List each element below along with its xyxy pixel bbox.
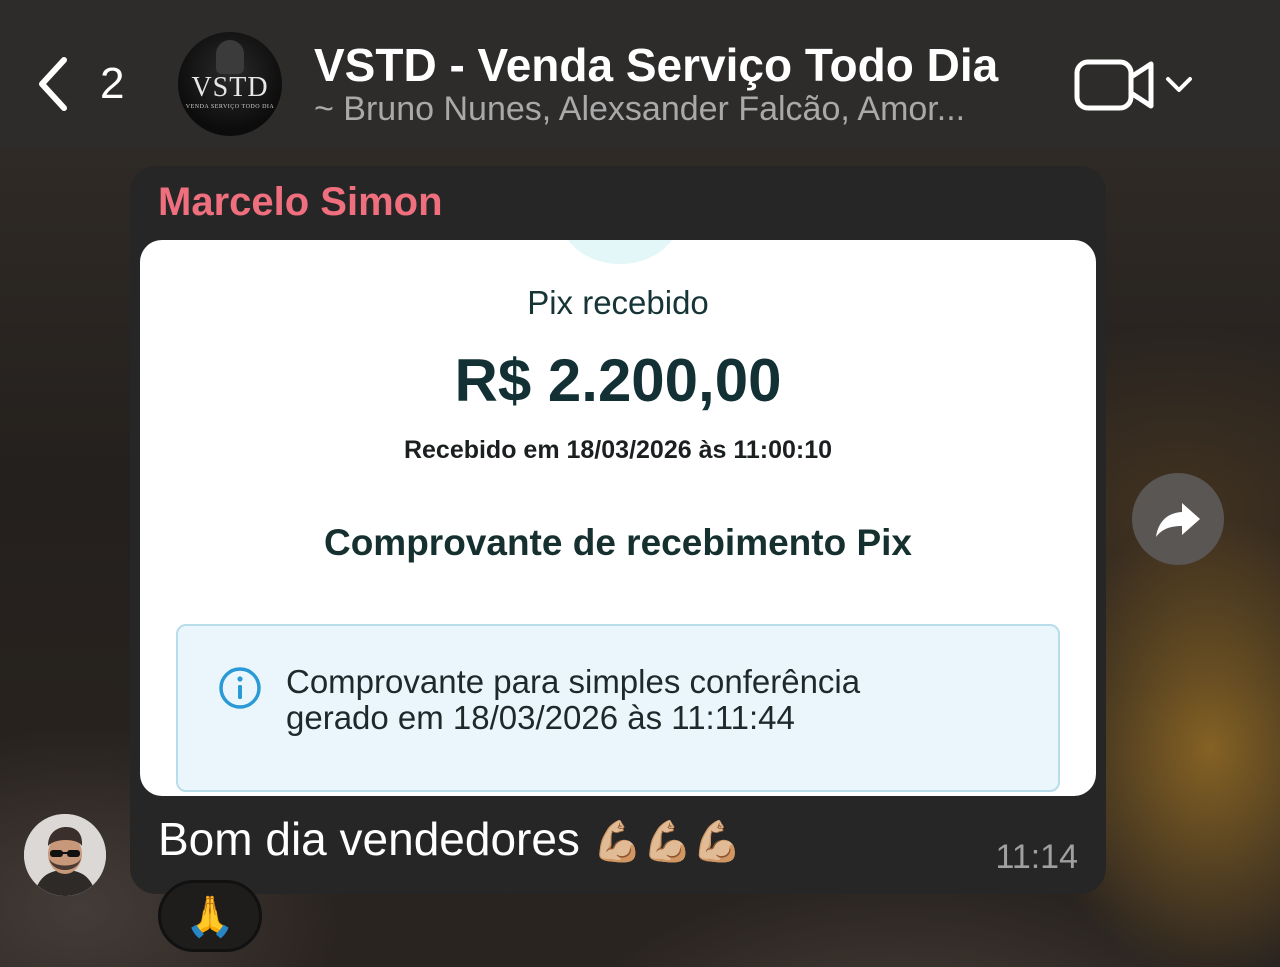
chevron-left-icon [39,57,67,111]
group-title[interactable]: VSTD - Venda Serviço Todo Dia [314,38,998,92]
sender-name[interactable]: Marcelo Simon [158,180,443,225]
video-camera-icon [1074,59,1154,111]
info-box: Comprovante para simples conferência ger… [176,624,1060,792]
info-icon [219,667,261,709]
info-line-2: gerado em 18/03/2026 às 11:11:44 [286,699,795,736]
flexed-biceps-emojis: 💪🏼💪🏼💪🏼 [592,819,743,865]
unread-count: 2 [100,59,125,108]
group-members[interactable]: ~ Bruno Nunes, Alexsander Falcão, Amor..… [314,90,1014,129]
message-text: Bom dia vendedores 💪🏼💪🏼💪🏼 [158,812,742,866]
folded-hands-emoji: 🙏 [185,893,235,940]
avatar-logo-subtitle: VENDA SERVIÇO TODO DIA [185,104,275,110]
back-button[interactable]: 2 [34,52,134,116]
sender-avatar-photo [24,814,106,896]
avatar-logo: VSTD [191,72,269,103]
receipt-top-circle [560,240,680,264]
chevron-down-icon [1166,77,1192,92]
reaction-badge[interactable]: 🙏 [158,880,262,952]
avatar-silhouette [216,40,244,74]
forward-icon [1156,503,1200,537]
receipt-image[interactable]: Pix recebido R$ 2.200,00 Recebido em 18/… [140,240,1096,796]
pix-amount: R$ 2.200,00 [454,347,782,414]
video-call-button[interactable] [1074,56,1196,114]
comprovante-title: Comprovante de recebimento Pix [323,522,913,563]
forward-button[interactable] [1132,473,1224,565]
chat-header: 2 VSTD VENDA SERVIÇO TODO DIA VSTD - Ven… [0,0,1280,148]
message-time: 11:14 [995,838,1078,876]
info-text: Comprovante para simples conferência ger… [286,664,1046,736]
info-line-1: Comprovante para simples conferência [286,663,861,700]
message-bubble[interactable]: Marcelo Simon Pix recebido R$ 2.200,00 R… [130,166,1106,894]
message-body: Bom dia vendedores [158,813,580,865]
pix-received-date: Recebido em 18/03/2026 às 11:00:10 [403,436,833,464]
group-avatar[interactable]: VSTD VENDA SERVIÇO TODO DIA [178,32,282,136]
pix-title: Pix recebido [527,284,709,321]
sender-avatar[interactable] [24,814,106,896]
